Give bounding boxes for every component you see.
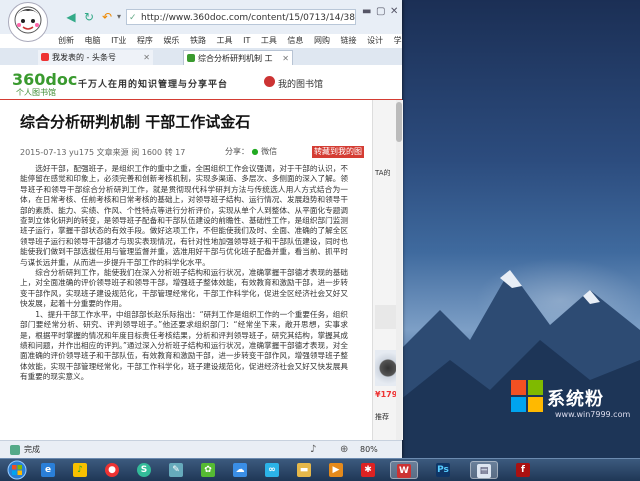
tab-article[interactable]: 综合分析研判机制 工 ✕ bbox=[183, 50, 293, 65]
wechat-icon[interactable]: ● bbox=[252, 147, 259, 156]
browser-window-icon[interactable]: ▤ bbox=[470, 461, 498, 479]
article-paragraph: 选好干部，配强班子，是组织工作的重中之重，全国组织工作会议强调，对于干部的认识，… bbox=[20, 164, 348, 267]
avatar-cartoon-icon bbox=[14, 6, 42, 34]
flash-icon[interactable]: f bbox=[510, 461, 538, 479]
my-library-link[interactable]: 我的图书馆 bbox=[264, 76, 324, 90]
status-bar: 完成 ♪ ⊕ 80% bbox=[0, 440, 402, 459]
share-label: 分享： bbox=[225, 147, 249, 156]
tab-close-icon[interactable]: ✕ bbox=[282, 51, 289, 65]
site-slogan: 千万人在用的知识管理与分享平台 bbox=[78, 80, 229, 90]
security-icon: ✓ bbox=[129, 13, 137, 23]
bookmark-item[interactable]: 设计 bbox=[367, 36, 383, 45]
my-library-label: 我的图书馆 bbox=[278, 80, 324, 90]
photoshop-icon[interactable]: Ps bbox=[430, 461, 458, 479]
bookmark-item[interactable]: 程序 bbox=[137, 36, 153, 45]
minimize-icon[interactable]: ▬ bbox=[362, 6, 371, 17]
qq-music-icon[interactable]: ♪ bbox=[70, 461, 90, 479]
bookmark-item[interactable]: 学 bbox=[394, 36, 402, 45]
bookmark-item[interactable]: 链接 bbox=[341, 36, 357, 45]
bookmark-item[interactable]: 电脑 bbox=[85, 36, 101, 45]
brand-text: 系统粉 bbox=[547, 389, 604, 410]
bookmarks-bar: 创新 电脑 IT业 程序 娱乐 铁路 工具 IT 工具 信息 网购 链接 设计 … bbox=[58, 34, 402, 48]
baidu-netdisk-icon[interactable]: ☁ bbox=[230, 461, 250, 479]
article-body: 选好干部，配强班子，是组织工作的重中之重，全国组织工作会议强调，对于干部的认识，… bbox=[20, 164, 348, 383]
close-icon[interactable]: ✕ bbox=[390, 6, 398, 17]
red-app-icon[interactable]: ✱ bbox=[358, 461, 378, 479]
bookmark-item[interactable]: 工具 bbox=[261, 36, 277, 45]
status-icon bbox=[10, 445, 20, 455]
chrome-icon[interactable]: ● bbox=[102, 461, 122, 479]
bookmark-item[interactable]: 创新 bbox=[58, 36, 74, 45]
site-header: 360doc 个人图书馆 千万人在用的知识管理与分享平台 我的图书馆 bbox=[0, 65, 402, 101]
user-avatar[interactable] bbox=[8, 2, 48, 42]
library-icon bbox=[264, 76, 275, 87]
sidebar-label: TA的 bbox=[375, 169, 391, 177]
bookmark-item[interactable]: 网购 bbox=[314, 36, 330, 45]
scrollbar[interactable] bbox=[396, 100, 402, 440]
sidebar-price: ¥179 bbox=[375, 390, 398, 399]
back-icon[interactable]: ◀ bbox=[64, 10, 78, 24]
360doc-favicon-icon bbox=[187, 54, 195, 62]
zoom-icon[interactable]: ⊕ bbox=[340, 441, 348, 459]
tab-close-icon[interactable]: ✕ bbox=[143, 50, 150, 65]
tab-label: 综合分析研判机制 工 bbox=[198, 54, 273, 63]
refresh-icon[interactable]: ↻ bbox=[82, 10, 96, 24]
address-text: http://www.360doc.com/content/15/0713/14… bbox=[141, 13, 356, 23]
sidebar-recommend: 推荐 bbox=[375, 413, 389, 421]
maximize-icon[interactable]: ▢ bbox=[376, 6, 385, 17]
favorite-button[interactable]: 转藏到我的图书馆 bbox=[312, 146, 364, 168]
zoom-level[interactable]: 80% bbox=[360, 441, 378, 459]
share-wechat-link[interactable]: 微信 bbox=[261, 147, 277, 156]
windows-logo-icon bbox=[511, 380, 543, 412]
taskbar: e ♪ ● S ✎ ✿ ☁ ∞ ▬ ▶ ✱ W Ps ▤ f bbox=[0, 458, 640, 481]
toutiao-favicon-icon bbox=[41, 53, 49, 61]
wps-icon[interactable]: W bbox=[390, 461, 418, 479]
tab-label: 我发表的 - 头条号 bbox=[52, 53, 116, 62]
bookmark-item[interactable]: 工具 bbox=[217, 36, 233, 45]
brand-url: www.win7999.com bbox=[555, 410, 631, 419]
article-paragraph: 1、提升干部工作水平，中组部部长赵乐际指出：“研判工作是组织工作的一个重要任务，… bbox=[20, 309, 348, 382]
feather-icon[interactable]: ✎ bbox=[166, 461, 186, 479]
article-meta: 2015-07-13 yu175 文章来源 阅 1600 转 17 bbox=[20, 148, 186, 157]
browser-titlebar: ◀ ↻ ↶ ▾ ✓ http://www.360doc.com/content/… bbox=[0, 0, 402, 42]
bookmark-item[interactable]: 信息 bbox=[287, 36, 303, 45]
ie-icon[interactable]: e bbox=[38, 461, 58, 479]
cloud-sync-icon[interactable]: ∞ bbox=[262, 461, 282, 479]
site-logo-subtitle: 个人图书馆 bbox=[16, 88, 56, 97]
bookmark-item[interactable]: 娱乐 bbox=[163, 36, 179, 45]
address-bar[interactable]: ✓ http://www.360doc.com/content/15/0713/… bbox=[126, 9, 356, 25]
tab-toutiao[interactable]: 我发表的 - 头条号 ✕ bbox=[38, 50, 153, 65]
browser-window: ◀ ↻ ↶ ▾ ✓ http://www.360doc.com/content/… bbox=[0, 0, 403, 459]
article-paragraph: 综合分析研判工作，能使我们在深入分析班子结构和运行状况，准确掌握干部德才表现的基… bbox=[20, 268, 348, 309]
bookmark-item[interactable]: 铁路 bbox=[190, 36, 206, 45]
bookmark-item[interactable]: IT业 bbox=[111, 36, 126, 45]
bookmark-item[interactable]: IT bbox=[243, 36, 250, 45]
mountain-landscape bbox=[400, 270, 640, 458]
scrollbar-thumb[interactable] bbox=[396, 102, 402, 142]
folder-icon[interactable]: ▬ bbox=[294, 461, 314, 479]
share-bar: 分享： ● 微信 bbox=[225, 146, 277, 157]
article-content: 综合分析研判机制 干部工作试金石 2015-07-13 yu175 文章来源 阅… bbox=[0, 100, 372, 440]
speaker-icon[interactable]: ♪ bbox=[310, 441, 316, 459]
article-title: 综合分析研判机制 干部工作试金石 bbox=[20, 113, 251, 131]
media-player-icon[interactable]: ▶ bbox=[326, 461, 346, 479]
dropdown-chevron-icon[interactable]: ▾ bbox=[112, 10, 126, 24]
status-text: 完成 bbox=[24, 445, 40, 454]
leaf-icon[interactable]: ✿ bbox=[198, 461, 218, 479]
start-button-icon[interactable] bbox=[4, 459, 30, 481]
tab-bar: 我发表的 - 头条号 ✕ 综合分析研判机制 工 ✕ bbox=[0, 48, 402, 66]
browser-360-icon[interactable]: S bbox=[134, 461, 154, 479]
